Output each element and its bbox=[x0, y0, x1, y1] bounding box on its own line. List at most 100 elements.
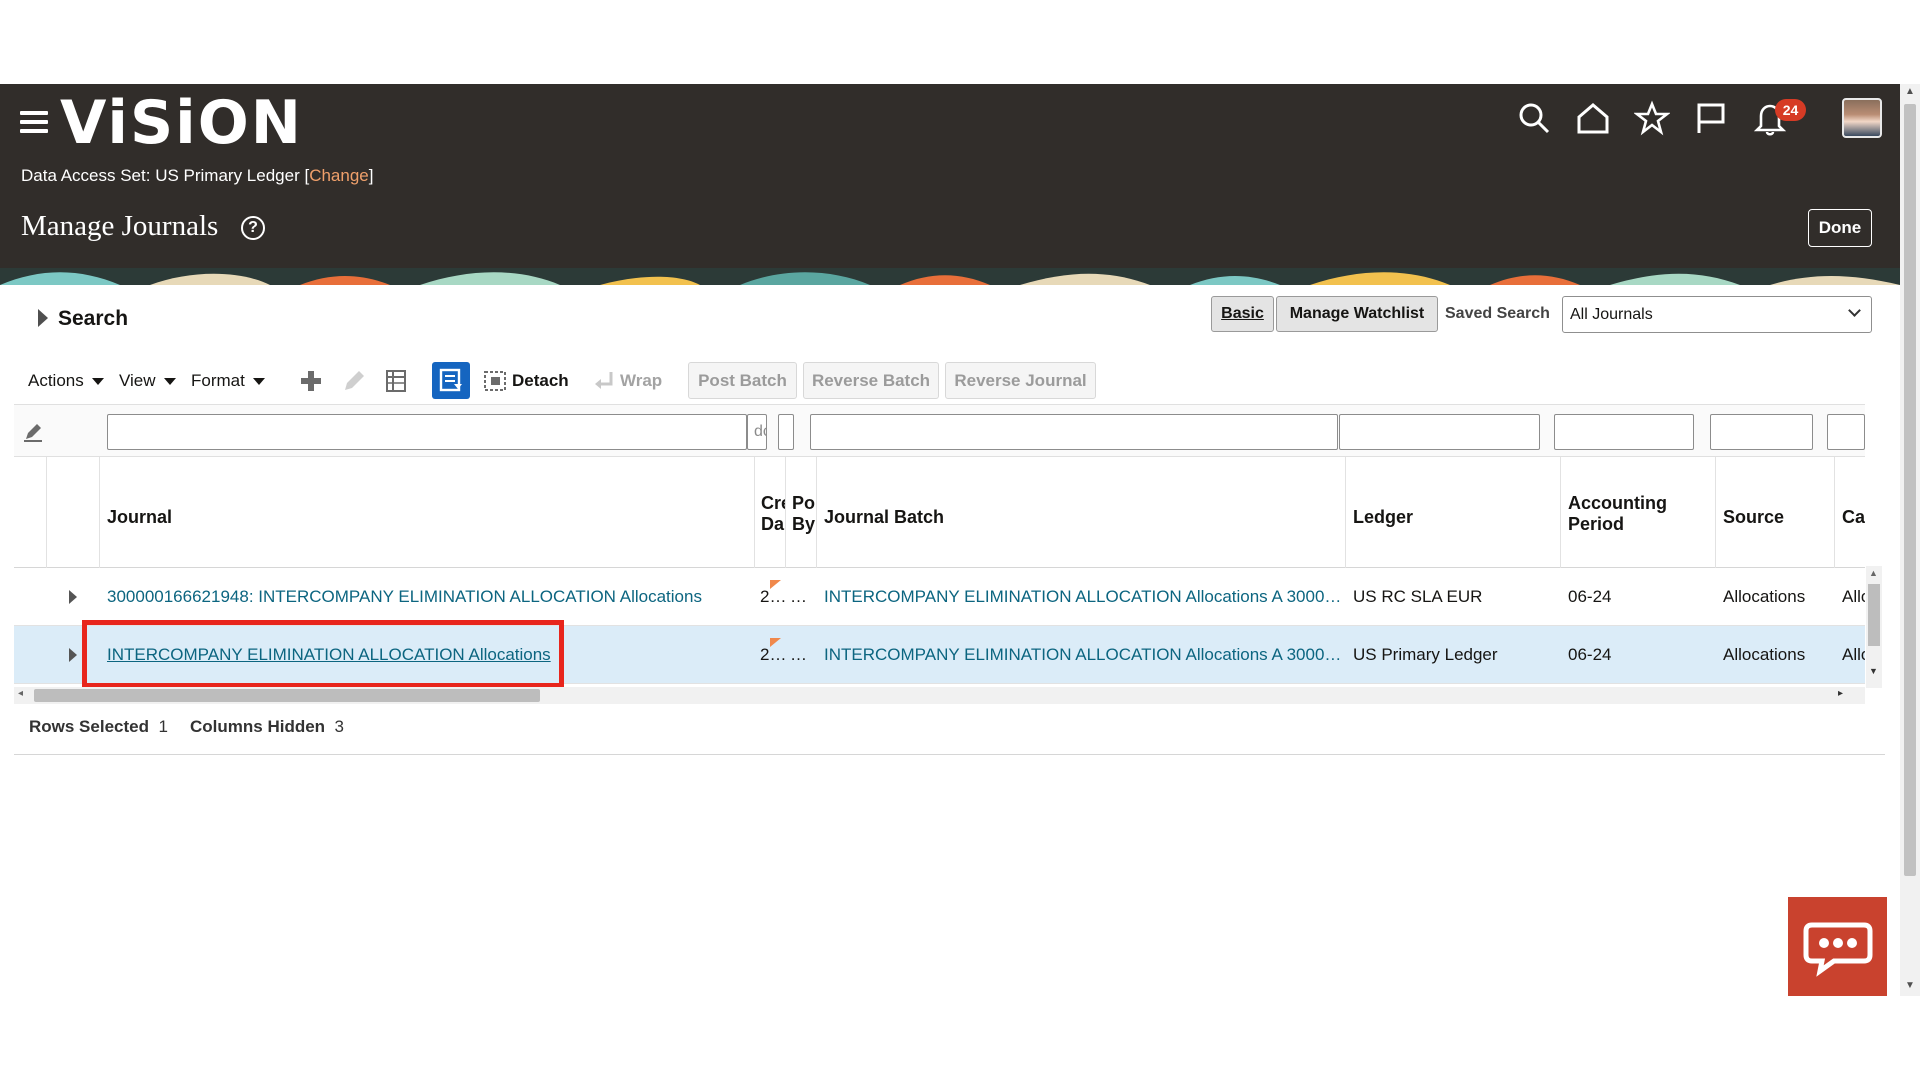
created-date-column-header[interactable]: CreDa bbox=[755, 457, 786, 568]
app-logo[interactable]: ViSiON bbox=[60, 86, 303, 160]
category-column-header[interactable]: Cate bbox=[1835, 457, 1865, 568]
actions-menu[interactable]: Actions bbox=[28, 371, 104, 391]
expand-row-icon[interactable] bbox=[69, 648, 77, 662]
scroll-down-icon[interactable]: ▼ bbox=[1869, 666, 1878, 676]
scroll-right-icon[interactable]: ▸ bbox=[1838, 688, 1843, 699]
table-horizontal-scrollbar[interactable]: ◂ ▸ bbox=[14, 687, 1865, 704]
journal-batch-link[interactable]: INTERCOMPANY ELIMINATION ALLOCATION Allo… bbox=[817, 626, 1346, 684]
table-vertical-scrollbar-thumb[interactable] bbox=[1868, 584, 1880, 646]
decorative-banner bbox=[0, 268, 1900, 285]
category-filter-input[interactable] bbox=[1827, 414, 1865, 450]
done-button[interactable]: Done bbox=[1808, 209, 1872, 247]
clear-filter-icon[interactable] bbox=[22, 421, 44, 443]
source-filter-input[interactable] bbox=[1710, 414, 1813, 450]
ledger-column-header[interactable]: Ledger bbox=[1346, 457, 1561, 568]
basic-button[interactable]: Basic bbox=[1211, 296, 1274, 332]
category-header-label: Cate bbox=[1842, 507, 1865, 527]
wrap-button[interactable]: Wrap bbox=[620, 371, 662, 391]
created-date-filter-input[interactable]: dc bbox=[747, 414, 767, 450]
columns-hidden-status: Columns Hidden 3 bbox=[190, 717, 344, 737]
scroll-up-icon[interactable]: ▲ bbox=[1905, 86, 1915, 97]
columns-hidden-value: 3 bbox=[334, 717, 344, 736]
ledger-filter-input[interactable] bbox=[1339, 414, 1540, 450]
expand-column-header bbox=[47, 457, 100, 568]
rows-selected-value: 1 bbox=[158, 717, 168, 736]
source-column-header[interactable]: Source bbox=[1716, 457, 1835, 568]
avatar[interactable] bbox=[1842, 98, 1882, 138]
journal-batch-filter-input[interactable] bbox=[810, 414, 1338, 450]
flag-marker-icon bbox=[770, 638, 781, 647]
columns-hidden-label: Columns Hidden bbox=[190, 717, 326, 736]
freeze-columns-icon[interactable] bbox=[381, 366, 411, 396]
journal-batch-header-label: Journal Batch bbox=[824, 507, 945, 527]
journal-batch-column-header[interactable]: Journal Batch bbox=[817, 457, 1346, 568]
journal-column-header[interactable]: Journal bbox=[100, 457, 755, 568]
scroll-up-icon[interactable]: ▲ bbox=[1869, 568, 1878, 578]
source-cell: Allocations bbox=[1723, 645, 1806, 664]
add-icon[interactable] bbox=[296, 366, 326, 396]
posted-by-header-line1: Po bbox=[792, 493, 816, 513]
chat-bubble-icon bbox=[1803, 922, 1873, 977]
help-icon[interactable]: ? bbox=[241, 216, 265, 240]
posted-by-header-line2: By bbox=[792, 514, 816, 534]
edit-pencil-icon[interactable] bbox=[339, 366, 369, 396]
saved-search-select[interactable]: All Journals bbox=[1562, 296, 1872, 333]
journal-filter-input[interactable] bbox=[107, 414, 747, 450]
star-icon[interactable] bbox=[1634, 100, 1670, 136]
saved-search-label: Saved Search bbox=[1445, 305, 1550, 322]
posted-by-column-header[interactable]: Po By bbox=[786, 457, 817, 568]
reverse-batch-button[interactable]: Reverse Batch bbox=[803, 362, 939, 399]
detach-button[interactable]: Detach bbox=[512, 371, 569, 391]
highlight-annotation-box bbox=[82, 620, 564, 688]
posted-by-filter-input[interactable] bbox=[778, 414, 794, 450]
view-menu[interactable]: View bbox=[119, 371, 176, 391]
table-row[interactable]: 300000166621948: INTERCOMPANY ELIMINATIO… bbox=[14, 568, 1865, 626]
created-date-cell: 2… bbox=[760, 645, 786, 664]
detach-icon[interactable] bbox=[480, 366, 510, 396]
search-icon[interactable] bbox=[1516, 100, 1552, 136]
accounting-period-filter-input[interactable] bbox=[1554, 414, 1694, 450]
period-cell: 06-24 bbox=[1568, 587, 1612, 606]
scroll-left-icon[interactable]: ◂ bbox=[18, 688, 23, 699]
page-title: Manage Journals bbox=[21, 210, 219, 242]
chevron-down-icon bbox=[1848, 304, 1861, 317]
page-scrollbar[interactable]: ▲ ▼ bbox=[1900, 84, 1920, 996]
format-label: Format bbox=[191, 371, 245, 390]
filter-row: dc bbox=[14, 404, 1865, 457]
expand-row-icon[interactable] bbox=[69, 590, 77, 604]
flag-icon[interactable] bbox=[1693, 100, 1729, 136]
chat-button[interactable] bbox=[1788, 897, 1887, 996]
saved-search-value: All Journals bbox=[1570, 306, 1653, 323]
selector-column-header bbox=[14, 457, 47, 568]
search-label: Search bbox=[58, 307, 129, 330]
journal-link[interactable]: 300000166621948: INTERCOMPANY ELIMINATIO… bbox=[100, 568, 755, 626]
data-access-value: US Primary Ledger bbox=[155, 166, 300, 185]
ledger-cell: US RC SLA EUR bbox=[1353, 587, 1483, 606]
expand-triangle-icon bbox=[38, 309, 48, 327]
journal-batch-link[interactable]: INTERCOMPANY ELIMINATION ALLOCATION Allo… bbox=[817, 568, 1346, 626]
post-batch-button[interactable]: Post Batch bbox=[688, 362, 797, 399]
search-toggle[interactable]: Search bbox=[38, 305, 128, 331]
manage-watchlist-button[interactable]: Manage Watchlist bbox=[1276, 296, 1438, 332]
page-scrollbar-thumb[interactable] bbox=[1904, 104, 1916, 876]
data-access-label: Data Access Set: bbox=[21, 166, 151, 185]
flag-marker-icon bbox=[770, 580, 781, 589]
home-icon[interactable] bbox=[1575, 100, 1611, 136]
data-access-set: Data Access Set: US Primary Ledger [Chan… bbox=[21, 166, 374, 185]
hamburger-menu-icon[interactable] bbox=[20, 111, 48, 133]
table-vertical-scrollbar[interactable]: ▲ ▼ bbox=[1866, 566, 1882, 688]
dropdown-arrow-icon bbox=[163, 378, 176, 385]
query-by-example-icon[interactable] bbox=[432, 362, 470, 399]
journal-header-label: Journal bbox=[107, 507, 173, 527]
accounting-period-column-header[interactable]: Accounting Period bbox=[1561, 457, 1716, 568]
format-menu[interactable]: Format bbox=[191, 371, 265, 391]
ledger-header-label: Ledger bbox=[1353, 507, 1414, 527]
dropdown-arrow-icon bbox=[252, 378, 265, 385]
source-cell: Allocations bbox=[1723, 587, 1806, 606]
table-horizontal-scrollbar-thumb[interactable] bbox=[34, 689, 540, 702]
change-link[interactable]: Change bbox=[309, 166, 369, 185]
wrap-icon[interactable] bbox=[589, 366, 619, 396]
reverse-journal-button[interactable]: Reverse Journal bbox=[945, 362, 1096, 399]
scroll-down-icon[interactable]: ▼ bbox=[1905, 980, 1915, 991]
rows-selected-status: Rows Selected 1 bbox=[29, 717, 168, 737]
